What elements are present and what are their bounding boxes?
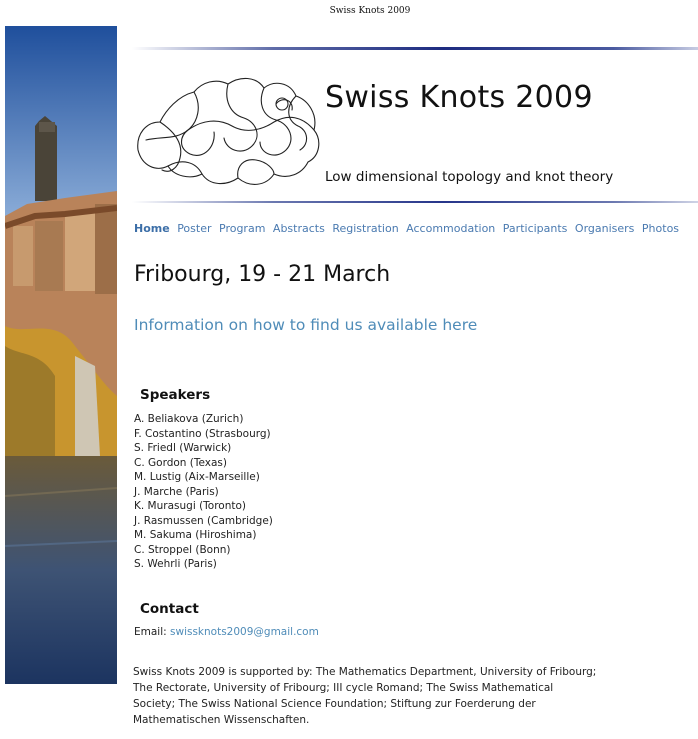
page-heading: Fribourg, 19 - 21 March — [134, 262, 391, 287]
nav-item-home[interactable]: Home — [134, 222, 170, 235]
email-label: Email: — [134, 626, 171, 638]
speaker-item: K. Murasugi (Toronto) — [134, 500, 247, 512]
header-rule-bottom — [132, 201, 698, 203]
speaker-item: C. Gordon (Texas) — [134, 456, 227, 469]
nav-item-poster[interactable]: Poster — [177, 222, 211, 235]
nav-item-registration[interactable]: Registration — [332, 222, 398, 235]
support-line: The Rectorate, University of Fribourg; I… — [133, 682, 554, 694]
speaker-item: J. Marche (Paris) — [134, 485, 219, 498]
speaker-item: F. Costantino (Strasbourg) — [134, 427, 271, 440]
speaker-item: M. Lustig (Aix-Marseille) — [134, 471, 260, 483]
nav-item-organisers[interactable]: Organisers — [575, 222, 635, 235]
speaker-item: M. Sakuma (Hiroshima) — [134, 529, 257, 541]
swiss-knot-logo — [137, 77, 320, 185]
speaker-item: A. Beliakova (Zurich) — [134, 413, 244, 425]
email-link[interactable]: swissknots2009@gmail.com — [170, 626, 319, 638]
nav-item-program[interactable]: Program — [219, 222, 265, 235]
nav-item-participants[interactable]: Participants — [503, 222, 568, 235]
support-line: Society; The Swiss National Science Foun… — [133, 698, 536, 710]
speaker-item: J. Rasmussen (Cambridge) — [134, 514, 273, 527]
support-paragraph: Swiss Knots 2009 is supported by: The Ma… — [133, 664, 698, 728]
nav-item-photos[interactable]: Photos — [642, 222, 679, 235]
site-title: Swiss Knots 2009 — [325, 80, 593, 115]
speaker-item: C. Stroppel (Bonn) — [134, 543, 231, 556]
nav-item-abstracts[interactable]: Abstracts — [273, 222, 325, 235]
fribourg-photo — [5, 26, 117, 684]
print-header: Swiss Knots 2009 — [329, 6, 411, 16]
email-line: Email: swissknots2009@gmail.com — [134, 626, 319, 638]
speakers-list: A. Beliakova (Zurich) F. Costantino (Str… — [134, 412, 273, 572]
speaker-item: S. Friedl (Warwick) — [134, 442, 232, 454]
speaker-item: S. Wehrli (Paris) — [134, 558, 217, 570]
nav-item-accommodation[interactable]: Accommodation — [406, 222, 495, 235]
header-rule-top — [132, 47, 698, 50]
main-nav: Home Poster Program Abstracts Registrati… — [134, 222, 683, 235]
support-line: Swiss Knots 2009 is supported by: The Ma… — [133, 666, 597, 678]
contact-title: Contact — [140, 601, 199, 617]
directions-link[interactable]: Information on how to find us available … — [134, 316, 477, 334]
support-line: Mathematischen Wissenschaften. — [133, 714, 310, 726]
speakers-title: Speakers — [140, 387, 211, 403]
site-subtitle: Low dimensional topology and knot theory — [325, 169, 614, 185]
